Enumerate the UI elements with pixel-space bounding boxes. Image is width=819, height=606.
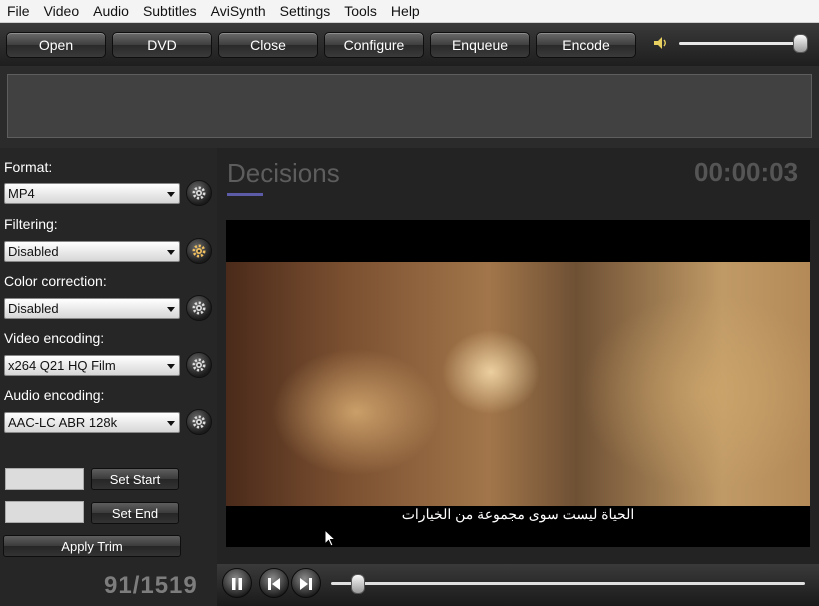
video-title: Decisions [227, 158, 340, 188]
menu-video[interactable]: Video [37, 0, 87, 22]
menu-bar: File Video Audio Subtitles AviSynth Sett… [0, 0, 819, 23]
set-start-button[interactable]: Set Start [91, 468, 179, 490]
speaker-icon[interactable] [652, 35, 668, 51]
open-button[interactable]: Open [6, 32, 106, 58]
chevron-down-icon [167, 192, 175, 197]
menu-settings[interactable]: Settings [273, 0, 338, 22]
video-encoding-label: Video encoding: [4, 330, 105, 346]
configure-button[interactable]: Configure [324, 32, 424, 58]
audio-encoding-settings-button[interactable] [186, 409, 212, 435]
video-encoding-settings-button[interactable] [186, 352, 212, 378]
format-select[interactable]: MP4 [4, 183, 180, 204]
seek-bar-thumb[interactable] [351, 574, 365, 594]
info-panel [7, 74, 812, 138]
gear-icon [192, 244, 206, 258]
set-end-button[interactable]: Set End [91, 502, 179, 524]
filtering-select[interactable]: Disabled [4, 241, 180, 262]
audio-encoding-label: Audio encoding: [4, 387, 105, 403]
audio-encoding-select-value: AAC-LC ABR 128k [8, 415, 118, 430]
enqueue-button[interactable]: Enqueue [430, 32, 530, 58]
close-button[interactable]: Close [218, 32, 318, 58]
filtering-settings-button[interactable] [186, 238, 212, 264]
mouse-cursor-icon [324, 529, 336, 547]
title-accent-bar [227, 193, 263, 196]
menu-avisynth[interactable]: AviSynth [204, 0, 273, 22]
step-back-icon [268, 578, 280, 590]
menu-help[interactable]: Help [384, 0, 427, 22]
frame-counter: 91/1519 [104, 572, 198, 599]
encode-button[interactable]: Encode [536, 32, 636, 58]
color-correction-settings-button[interactable] [186, 295, 212, 321]
timecode: 00:00:03 [694, 157, 799, 187]
menu-audio[interactable]: Audio [86, 0, 136, 22]
volume-slider-track[interactable] [679, 42, 801, 45]
format-select-value: MP4 [8, 186, 35, 201]
chevron-down-icon [167, 364, 175, 369]
video-frame-image [226, 262, 810, 506]
format-settings-button[interactable] [186, 180, 212, 206]
chevron-down-icon [167, 307, 175, 312]
menu-file[interactable]: File [0, 0, 37, 22]
video-encoding-select[interactable]: x264 Q21 HQ Film [4, 355, 180, 376]
color-correction-select-value: Disabled [8, 301, 59, 316]
dvd-button[interactable]: DVD [112, 32, 212, 58]
menu-tools[interactable]: Tools [337, 0, 384, 22]
step-forward-button[interactable] [291, 568, 321, 598]
volume-slider-thumb[interactable] [793, 34, 808, 53]
trim-start-input[interactable] [5, 468, 84, 490]
pause-button[interactable] [222, 568, 252, 598]
video-subtitle: الحياة ليست سوى مجموعة من الخيارات [401, 506, 635, 522]
video-encoding-select-value: x264 Q21 HQ Film [8, 358, 116, 373]
chevron-down-icon [167, 250, 175, 255]
gear-icon [192, 358, 206, 372]
gear-icon [192, 415, 206, 429]
trim-end-input[interactable] [5, 501, 84, 523]
chevron-down-icon [167, 421, 175, 426]
gear-icon [192, 301, 206, 315]
video-preview[interactable]: الحياة ليست سوى مجموعة من الخيارات [226, 220, 810, 547]
gear-icon [192, 186, 206, 200]
step-forward-icon [300, 578, 312, 590]
filtering-select-value: Disabled [8, 244, 59, 259]
filtering-label: Filtering: [4, 216, 58, 232]
color-correction-select[interactable]: Disabled [4, 298, 180, 319]
format-label: Format: [4, 159, 53, 175]
seek-bar-track[interactable] [331, 582, 805, 585]
menu-subtitles[interactable]: Subtitles [136, 0, 204, 22]
pause-icon [232, 578, 242, 590]
audio-encoding-select[interactable]: AAC-LC ABR 128k [4, 412, 180, 433]
apply-trim-button[interactable]: Apply Trim [3, 535, 181, 557]
step-back-button[interactable] [259, 568, 289, 598]
color-correction-label: Color correction: [4, 273, 107, 289]
